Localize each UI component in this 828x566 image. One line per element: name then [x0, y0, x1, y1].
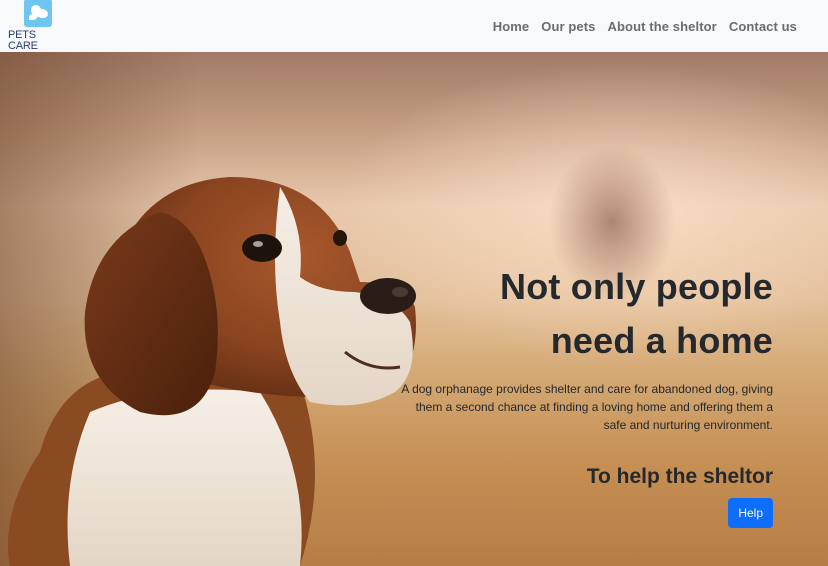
brand-logo-link[interactable]: PETS CARE — [8, 0, 68, 55]
navbar: PETS CARE Home Our pets About the shelto… — [0, 0, 828, 55]
nav-links: Home Our pets About the sheltor Contact … — [487, 19, 803, 34]
hero-title-line2: need a home — [550, 320, 773, 361]
help-heading: To help the sheltor — [586, 465, 773, 488]
beagle-dog-image — [8, 177, 416, 566]
nav-link-our-pets[interactable]: Our pets — [535, 19, 601, 34]
nav-link-contact[interactable]: Contact us — [723, 19, 803, 34]
nav-link-home[interactable]: Home — [487, 19, 536, 34]
brand-name: PETS CARE — [8, 29, 38, 52]
hero-title-line1: Not only people — [500, 266, 773, 307]
nav-link-about[interactable]: About the sheltor — [602, 19, 723, 34]
paw-icon — [24, 0, 52, 27]
help-button[interactable]: Help — [728, 498, 773, 528]
hero-text-block: Not only people need a home A dog orphan… — [393, 260, 773, 528]
hero-title: Not only people need a home — [393, 260, 773, 368]
hero-description: A dog orphanage provides shelter and car… — [401, 382, 773, 432]
hero-section: Not only people need a home A dog orphan… — [0, 52, 828, 566]
